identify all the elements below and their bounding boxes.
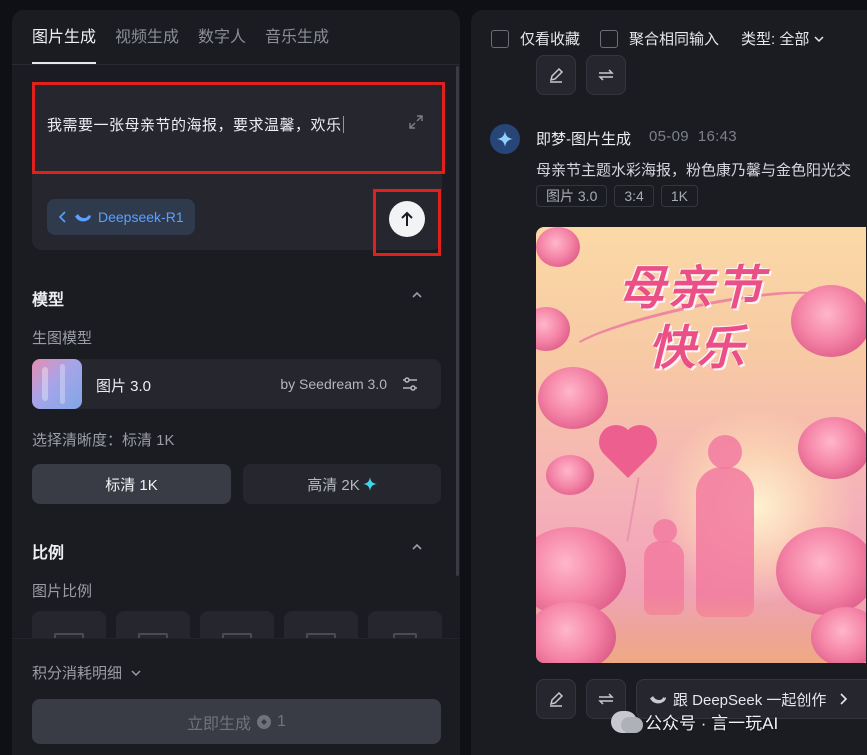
regenerate-icon (598, 693, 614, 705)
credit-details-label: 积分消耗明细 (32, 665, 123, 682)
resolution-option-2k-label: 高清 2K (307, 476, 360, 494)
poster-carnation (798, 417, 866, 479)
favorites-only-checkbox[interactable] (491, 29, 509, 48)
left-scrollbar[interactable] (456, 66, 459, 576)
post-date: 05-09 (649, 128, 689, 145)
regenerate-icon (598, 69, 614, 81)
tab-image-generation[interactable]: 图片生成 (32, 28, 97, 64)
chevron-right-icon (840, 693, 848, 705)
generation-panel: 图片生成 视频生成 数字人 音乐生成 我需要一张母亲节的海报，要求温馨，欢乐 D… (12, 10, 460, 755)
model-provider: by Seedream 3.0 (280, 376, 387, 392)
favorites-only-filter[interactable]: 仅看收藏 (491, 28, 580, 49)
poster-balloon-string (626, 477, 640, 542)
poster-title: 母亲节 快乐 (618, 259, 765, 379)
post-description: 母亲节主题水彩海报，粉色康乃馨与金色阳光交 (536, 162, 852, 179)
poster-carnation (538, 367, 608, 429)
poster-title-line1: 母亲节 (618, 261, 765, 316)
ratio-subtitle: 图片比例 (32, 583, 93, 600)
generate-button[interactable]: 立即生成 1 (32, 699, 441, 744)
create-with-deepseek-label: 跟 DeepSeek 一起创作 (673, 691, 827, 709)
post-timestamp: 05-09 16:43 (649, 128, 737, 145)
poster-heart-balloon (603, 429, 653, 479)
tag-ratio: 3:4 (614, 185, 654, 207)
tabs-divider (12, 64, 460, 65)
results-panel: 仅看收藏 聚合相同输入 类型: 全部 即梦-图片生成 05-09 16:43 母… (471, 10, 867, 755)
coin-icon (257, 714, 272, 729)
post-tags: 图片 3.0 3:4 1K (536, 185, 698, 207)
chevron-left-icon (58, 211, 66, 223)
poster-carnation (776, 527, 866, 615)
chevron-down-icon (131, 669, 141, 676)
sliders-icon[interactable] (401, 375, 419, 393)
tag-resolution: 1K (660, 185, 698, 207)
tag-model: 图片 3.0 (536, 185, 608, 207)
poster-mother-silhouette (708, 435, 742, 469)
resolution-option-2k[interactable]: 高清 2K (243, 464, 441, 504)
edit-prompt-button[interactable] (536, 679, 576, 719)
send-highlight-box (373, 189, 441, 256)
edit-prompt-button[interactable] (536, 55, 576, 95)
poster-carnation (791, 285, 866, 357)
aggregate-filter[interactable]: 聚合相同输入 (600, 28, 719, 49)
model-thumbnail (32, 359, 82, 409)
sparkle-icon (362, 477, 377, 491)
poster-carnation (546, 455, 594, 495)
generated-poster-image[interactable]: 母亲节 快乐 (536, 227, 866, 663)
post-time: 16:43 (697, 128, 737, 145)
poster-carnation (536, 227, 580, 267)
watermark-text: 公众号 · 言一玩AI (645, 714, 779, 733)
mode-tabs: 图片生成 视频生成 数字人 音乐生成 (32, 28, 329, 64)
chevron-down-icon (814, 35, 824, 42)
generate-cost: 1 (277, 712, 286, 730)
poster-carnation (536, 307, 570, 351)
resolution-option-1k-label: 标清 1K (105, 476, 158, 494)
ratio-section-title: 比例 (32, 545, 65, 562)
tab-digital-human[interactable]: 数字人 (198, 28, 246, 64)
aggregate-label: 聚合相同输入 (629, 31, 720, 48)
tab-video-generation[interactable]: 视频生成 (115, 28, 179, 64)
poster-title-line2: 快乐 (648, 321, 746, 376)
reasoning-model-label: Deepseek-R1 (98, 209, 184, 225)
wechat-icon (611, 710, 643, 733)
chevron-up-icon[interactable] (410, 288, 424, 302)
regenerate-button[interactable] (586, 55, 626, 95)
post-author: 即梦-图片生成 (536, 131, 631, 148)
credit-details-toggle[interactable]: 积分消耗明细 (32, 662, 142, 683)
model-subtitle: 生图模型 (32, 330, 93, 347)
filter-bar: 仅看收藏 聚合相同输入 类型: 全部 (491, 28, 825, 49)
model-section-title: 模型 (32, 292, 65, 309)
chevron-up-icon[interactable] (410, 540, 424, 554)
poster-child-silhouette (653, 519, 677, 543)
resolution-option-1k[interactable]: 标清 1K (32, 464, 231, 504)
resolution-label: 选择清晰度：标清 1K (32, 432, 175, 449)
whale-icon (650, 696, 666, 704)
whale-icon (75, 214, 91, 222)
pencil-icon (549, 691, 564, 707)
app-root: 图片生成 视频生成 数字人 音乐生成 我需要一张母亲节的海报，要求温馨，欢乐 D… (0, 0, 867, 755)
type-select-value: 类型: 全部 (741, 31, 810, 48)
generate-button-label: 立即生成 (187, 715, 252, 733)
favorites-only-label: 仅看收藏 (520, 31, 581, 48)
prompt-highlight-box (32, 82, 445, 174)
avatar-star-icon (497, 131, 513, 147)
reasoning-model-chip[interactable]: Deepseek-R1 (47, 199, 195, 235)
tab-music-generation[interactable]: 音乐生成 (265, 28, 329, 64)
aggregate-checkbox[interactable] (600, 29, 619, 48)
wechat-watermark: 公众号 · 言一玩AI (611, 709, 778, 734)
type-select[interactable]: 类型: 全部 (741, 28, 825, 49)
author-avatar (490, 124, 520, 154)
pencil-icon (549, 67, 564, 83)
model-selector[interactable]: 图片 3.0 by Seedream 3.0 (32, 359, 441, 409)
model-name: 图片 3.0 (96, 378, 152, 395)
